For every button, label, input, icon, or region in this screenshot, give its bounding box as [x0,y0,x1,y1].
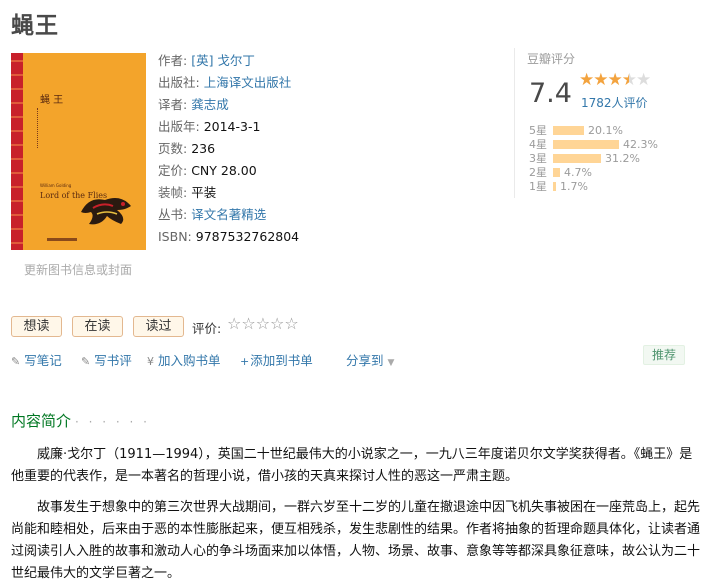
read-button[interactable]: 读过 [133,316,184,337]
rating-row-percent: 4.7% [564,166,592,179]
isbn-value: 9787532762804 [195,229,300,244]
rating-bar [553,126,584,135]
translator-link[interactable]: 龚志成 [191,97,229,112]
votes-link[interactable]: 1782人评价 [581,94,648,111]
rate-label: 评价: [192,321,222,336]
rating-row: 2星 4.7% [529,166,658,180]
series-label: 丛书: [158,207,188,222]
recommend-button[interactable]: 推荐 [643,345,685,365]
plus-icon: + [240,355,250,368]
fly-illustration-icon [81,198,131,225]
series-link[interactable]: 译文名著精选 [191,207,266,222]
rating-row-label: 1星 [529,180,547,193]
star-half-icon: ★ [621,70,637,90]
translator-label: 译者: [158,97,188,112]
rating-bar [553,154,601,163]
rating-row: 3星 31.2% [529,152,658,166]
rating-row: 4星 42.3% [529,138,658,152]
cover-vertical-text [37,108,40,148]
reading-button[interactable]: 在读 [72,316,123,337]
pages-value: 236 [191,141,216,156]
author-link[interactable]: [英] 戈尔丁 [191,53,255,68]
write-review-link[interactable]: ✎ 写书评 [81,350,132,369]
year-label: 出版年: [158,119,200,134]
chevron-down-icon: ▼ [387,358,395,368]
write-note-link[interactable]: ✎ 写笔记 [11,350,62,369]
star-icon: ★ [593,70,608,90]
rating-row-label: 3星 [529,152,547,165]
rate-stars-input[interactable]: ☆☆☆☆☆ [227,314,299,333]
price-label: 定价: [158,163,188,178]
rating-bar [553,182,556,191]
pencil-icon: ✎ [81,355,91,368]
rating-row-percent: 20.1% [588,124,623,137]
yen-icon: ¥ [147,355,154,368]
binding-value: 平装 [191,185,217,200]
star-icon: ★ [607,70,623,90]
want-read-button[interactable]: 想读 [11,316,62,337]
rating-row-label: 4星 [529,138,547,151]
year-value: 2014-3-1 [203,119,261,134]
isbn-label: ISBN: [158,229,192,244]
rating-row: 5星 20.1% [529,124,658,138]
publisher-label: 出版社: [158,75,200,90]
cover-cn-title: 蝇 王 [40,95,64,106]
star-icon: ★ [579,70,594,90]
section-dots: · · · · · · [75,415,150,429]
rating-row-label: 2星 [529,166,547,179]
pencil-icon: ✎ [11,355,21,368]
rating-row-percent: 31.2% [605,152,640,165]
share-dropdown[interactable]: 分享到 ▼ [346,350,394,369]
star-empty-icon: ★ [636,70,651,90]
author-label: 作者: [158,53,188,68]
cover-publisher-mark [47,238,77,241]
rating-score: 7.4 [529,78,572,109]
price-value: CNY 28.00 [191,163,257,178]
rating-distribution: 5星 20.1% 4星 42.3% 3星 31.2% 2星 4.7% 1星 1.7% [529,124,658,194]
rating-stars: ★★★★★ [579,70,651,90]
binding-label: 装帧: [158,185,188,200]
pages-label: 页数: [158,141,188,156]
cover-en-author: William Golding [40,183,72,188]
rating-box: 豆瓣评分 7.4 ★★★★★ 1782人评价 5星 20.1% 4星 42.3% 3星 3… [514,48,704,198]
rating-row-percent: 42.3% [623,138,658,151]
book-title: 蝇王 [11,13,59,39]
intro-paragraph-2: 故事发生于想象中的第三次世界大战期间，一群六岁至十二岁的儿童在撤退途中因飞机失事… [11,500,701,581]
book-info: 作者: [英] 戈尔丁 出版社: 上海译文出版社 译者: 龚志成 出版年: 20… [158,50,299,248]
intro-paragraph-1: 威廉·戈尔丁（1911—1994），英国二十世纪最伟大的小说家之一，一九八三年度… [11,447,693,484]
rating-bar [553,168,560,177]
publisher-link[interactable]: 上海译文出版社 [204,75,292,90]
book-cover[interactable]: 蝇 王 William Golding Lord of the Flies [11,53,146,250]
rating-row-label: 5星 [529,124,547,137]
rating-header: 豆瓣评分 [527,52,576,66]
add-booklist-link[interactable]: +添加到书单 [240,350,313,369]
rating-bar [553,140,619,149]
intro-section-title: 内容简介 · · · · · · [11,412,150,430]
rating-row-percent: 1.7% [560,180,588,193]
update-info-link[interactable]: 更新图书信息或封面 [24,261,132,278]
cover-spine-pattern [11,53,23,250]
rating-row: 1星 1.7% [529,180,658,194]
add-cart-link[interactable]: ¥ 加入购书单 [147,350,221,369]
